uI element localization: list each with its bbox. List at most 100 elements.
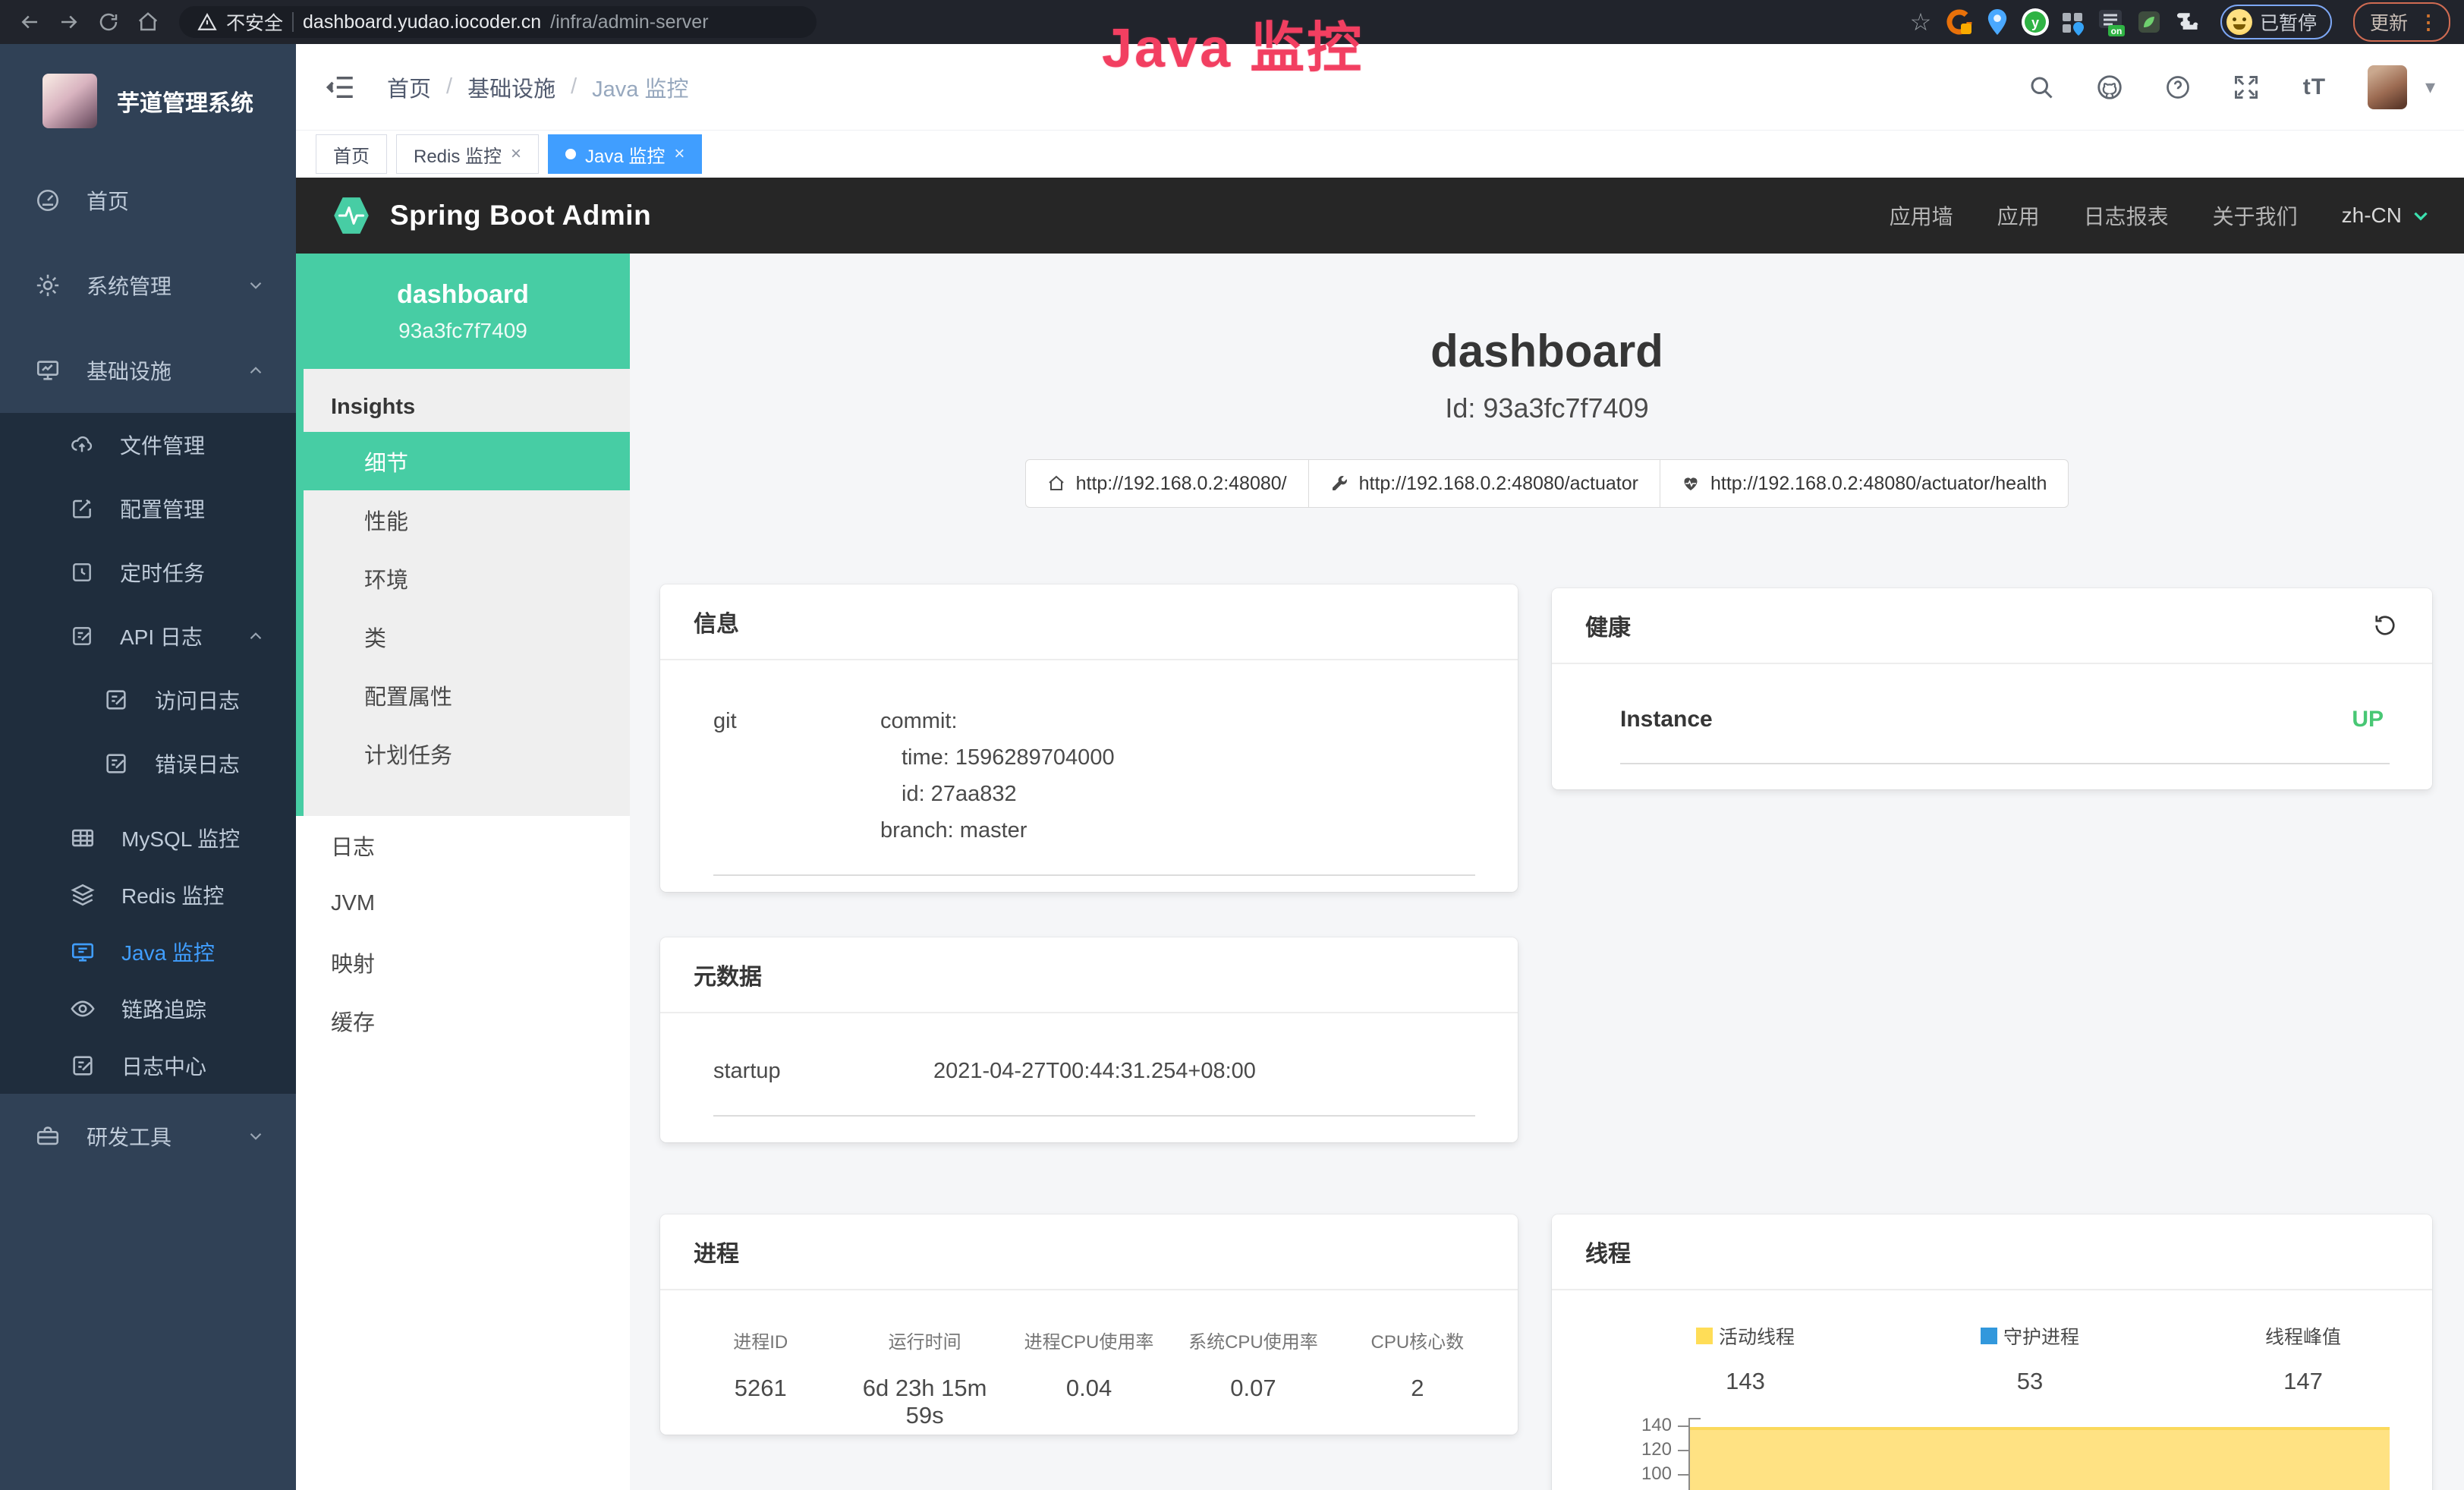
app-logo[interactable]: 芋道管理系统: [0, 44, 296, 158]
bookmark-star-icon[interactable]: ☆: [1905, 6, 1937, 38]
sba-brand-title: Spring Boot Admin: [390, 200, 651, 232]
legend-swatch-daemon: [1981, 1328, 1997, 1344]
sba-item-classes[interactable]: 类: [304, 607, 630, 666]
extension-icon-orange[interactable]: [1944, 7, 1975, 37]
reload-icon[interactable]: [93, 6, 124, 38]
sba-item-jvm[interactable]: JVM: [296, 874, 630, 933]
endpoint-links: http://192.168.0.2:48080/ http://192.168…: [630, 459, 2464, 508]
tab-java[interactable]: Java 监控 ×: [548, 134, 702, 174]
sba-nav-applications[interactable]: 应用: [1997, 200, 2040, 231]
sba-item-caches[interactable]: 缓存: [296, 991, 630, 1050]
instance-name: dashboard: [397, 280, 529, 310]
sidebar-item-infra[interactable]: 基础设施: [0, 328, 296, 413]
process-col-uptime: 运行时间 6d 23h 15m 59s: [842, 1327, 1006, 1429]
sba-item-configprops[interactable]: 配置属性: [304, 666, 630, 724]
sidebar-item-home[interactable]: 首页: [0, 158, 296, 243]
url-host[interactable]: dashboard.yudao.iocoder.cn: [303, 11, 541, 33]
wrench-icon: [1330, 474, 1348, 493]
text-size-icon[interactable]: tT: [2299, 72, 2330, 102]
doc-edit-icon: [103, 751, 129, 777]
logo-image: [42, 74, 97, 128]
endpoint-health-link[interactable]: http://192.168.0.2:48080/actuator/health: [1660, 459, 2069, 508]
search-icon[interactable]: [2026, 72, 2056, 102]
extension-icon-onetab[interactable]: on: [2096, 7, 2126, 37]
home-icon[interactable]: [132, 6, 164, 38]
history-icon[interactable]: [2371, 612, 2399, 639]
extension-icon-grid[interactable]: [2058, 7, 2088, 37]
collapse-menu-icon[interactable]: [325, 71, 357, 103]
threads-panel: 线程 活动线程 143 守护进程 53 线程峰值 147: [1552, 1214, 2432, 1490]
sidebar-item-access-log[interactable]: 访问日志: [0, 668, 296, 732]
address-bar[interactable]: 不安全 dashboard.yudao.iocoder.cn/infra/adm…: [179, 6, 817, 38]
legend-live-threads: 活动线程 143: [1696, 1322, 1795, 1395]
sba-main: dashboard Id: 93a3fc7f7409 http://192.16…: [630, 254, 2464, 1490]
sba-item-details[interactable]: 细节: [296, 432, 630, 490]
dashboard-icon: [35, 187, 61, 213]
breadcrumb-home[interactable]: 首页: [387, 71, 431, 103]
sba-item-metrics[interactable]: 性能: [304, 490, 630, 549]
sba-nav-wallboard[interactable]: 应用墙: [1890, 200, 1953, 231]
security-label[interactable]: 不安全: [226, 8, 283, 36]
sba-locale-select[interactable]: zh-CN: [2342, 203, 2431, 228]
forward-icon[interactable]: [53, 6, 85, 38]
sba-item-scheduledtasks[interactable]: 计划任务: [304, 724, 630, 783]
github-icon[interactable]: [2094, 72, 2125, 102]
y-tick-120: 120: [1641, 1439, 1672, 1460]
metadata-panel: 元数据 startup 2021-04-27T00:44:31.254+08:0…: [660, 937, 1518, 1142]
sidebar-item-api-log[interactable]: API 日志: [0, 604, 296, 668]
monitor-icon: [35, 358, 61, 383]
sba-item-mappings[interactable]: 映射: [296, 933, 630, 991]
sba-brand[interactable]: Spring Boot Admin: [329, 194, 651, 238]
health-panel: 健康 Instance UP: [1552, 588, 2432, 789]
tab-close-icon[interactable]: ×: [674, 143, 684, 165]
row-divider: [713, 1115, 1475, 1117]
sidebar-item-trace[interactable]: 链路追踪: [0, 980, 296, 1037]
instance-header[interactable]: dashboard 93a3fc7f7409: [296, 254, 630, 369]
extension-icon-leaf[interactable]: [2134, 7, 2164, 37]
sidebar-item-job[interactable]: 定时任务: [0, 540, 296, 604]
app-title: 芋道管理系统: [117, 84, 253, 118]
health-status-badge: UP: [2352, 707, 2384, 732]
extension-icon-y-circle[interactable]: y: [2020, 7, 2050, 37]
browser-menu-icon[interactable]: ⋮: [2418, 12, 2438, 32]
tab-home[interactable]: 首页: [316, 134, 387, 174]
update-button[interactable]: 更新 ⋮: [2353, 2, 2450, 42]
tab-close-icon[interactable]: ×: [511, 143, 521, 165]
user-avatar[interactable]: [2368, 65, 2407, 109]
sidebar-item-mysql[interactable]: MySQL 监控: [0, 809, 296, 866]
extension-icon-pin[interactable]: [1982, 7, 2012, 37]
endpoint-actuator-link[interactable]: http://192.168.0.2:48080/actuator: [1308, 459, 1660, 508]
legend-daemon-threads: 守护进程 53: [1981, 1322, 2079, 1395]
y-tick-100: 100: [1641, 1463, 1672, 1485]
sidebar-item-log-center[interactable]: 日志中心: [0, 1037, 296, 1094]
sba-item-logfile[interactable]: 日志: [296, 816, 630, 874]
sidebar-item-error-log[interactable]: 错误日志: [0, 732, 296, 795]
process-col-pid: 进程ID 5261: [678, 1327, 842, 1429]
active-tab-dot: [565, 149, 576, 159]
sba-nav-journal[interactable]: 日志报表: [2084, 200, 2169, 231]
sba-item-env[interactable]: 环境: [304, 549, 630, 607]
breadcrumb-infra[interactable]: 基础设施: [467, 71, 555, 103]
sba-nav-about[interactable]: 关于我们: [2213, 200, 2298, 231]
url-path[interactable]: /infra/admin-server: [550, 11, 708, 33]
process-col-process-cpu: 进程CPU使用率 0.04: [1007, 1327, 1171, 1429]
help-icon[interactable]: [2163, 72, 2193, 102]
sidebar-item-java[interactable]: Java 监控: [0, 923, 296, 980]
avatar-caret-icon[interactable]: ▾: [2425, 75, 2435, 99]
tab-redis[interactable]: Redis 监控 ×: [396, 134, 539, 174]
heart-pulse-icon: [1682, 474, 1700, 493]
health-instance-label[interactable]: Instance: [1620, 707, 1713, 732]
back-icon[interactable]: [14, 6, 46, 38]
profile-emoji-icon: [2226, 9, 2252, 35]
sidebar-item-config[interactable]: 配置管理: [0, 477, 296, 540]
profile-chip[interactable]: 已暂停: [2220, 5, 2332, 39]
sidebar-item-system[interactable]: 系统管理: [0, 243, 296, 328]
sidebar-item-file[interactable]: 文件管理: [0, 413, 296, 477]
extensions-puzzle-icon[interactable]: [2172, 7, 2202, 37]
fullscreen-icon[interactable]: [2231, 72, 2261, 102]
sidebar-item-dev-tools[interactable]: 研发工具: [0, 1094, 296, 1179]
endpoint-root-link[interactable]: http://192.168.0.2:48080/: [1025, 459, 1309, 508]
sidebar-item-redis[interactable]: Redis 监控: [0, 866, 296, 923]
info-key: git: [713, 703, 880, 849]
process-col-cpus: CPU核心数 2: [1336, 1327, 1499, 1429]
